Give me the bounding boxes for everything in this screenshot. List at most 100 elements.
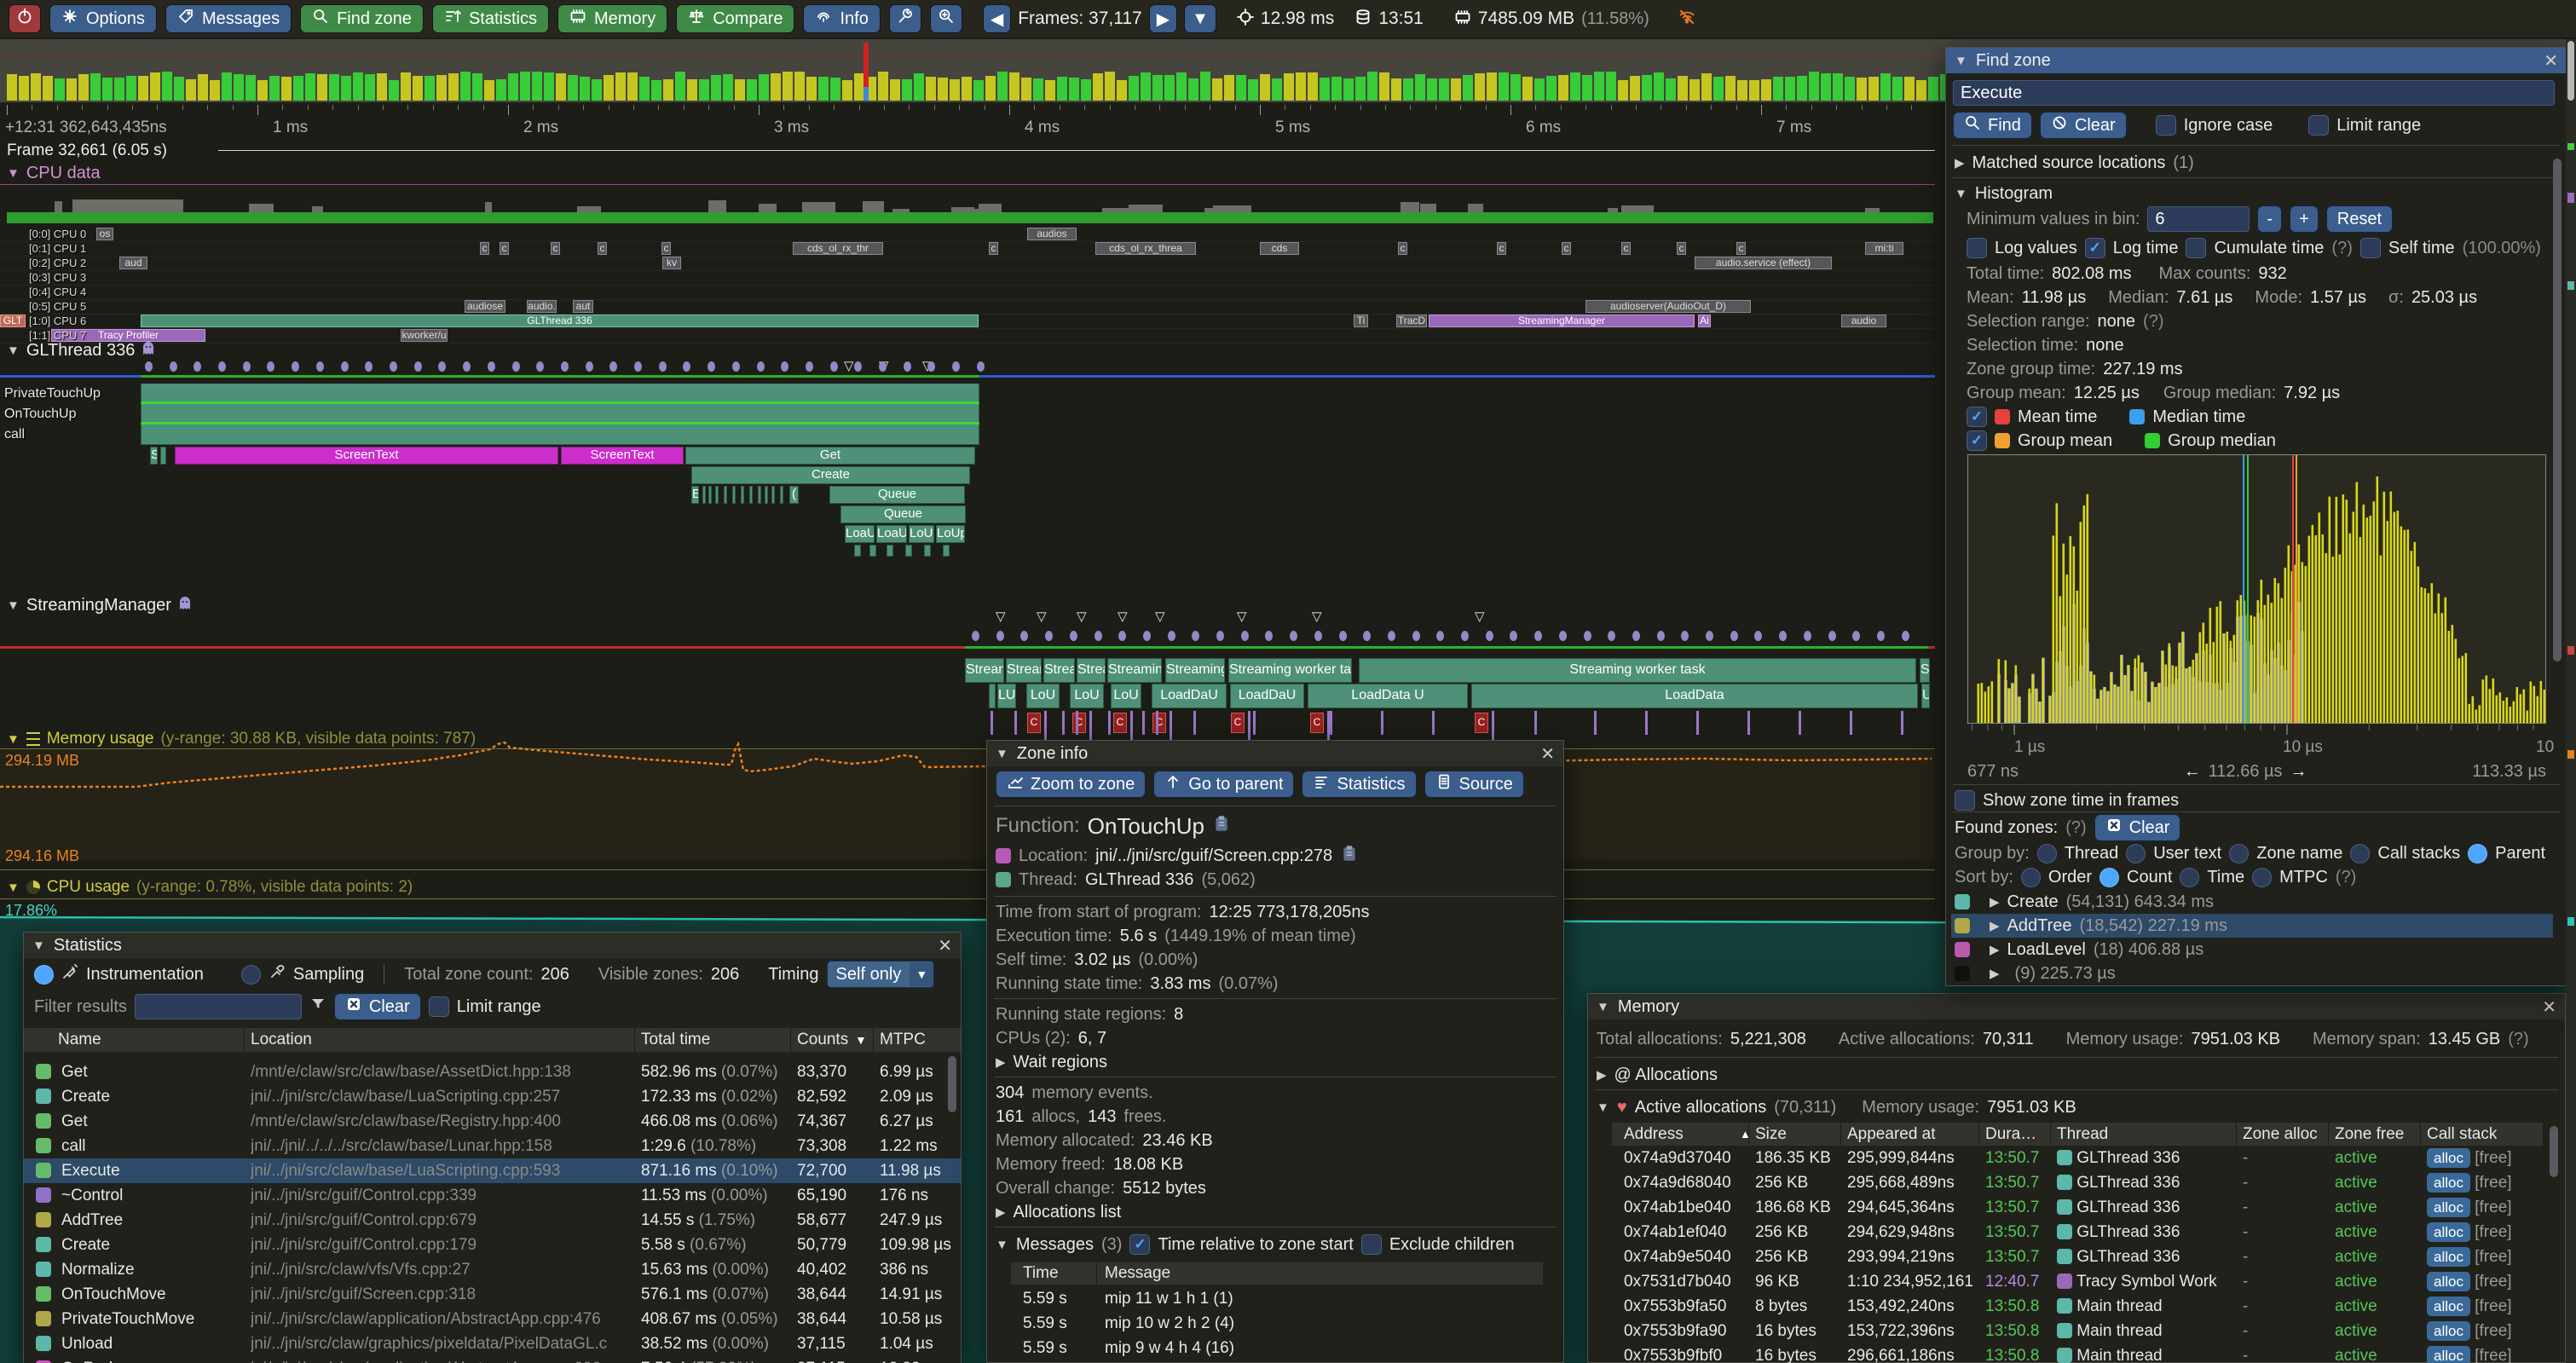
zoom-to-frame-button[interactable] xyxy=(930,4,962,33)
timeline-zone[interactable] xyxy=(724,486,727,504)
group-mean-checkbox[interactable] xyxy=(1967,430,1987,451)
message-dot[interactable] xyxy=(1314,631,1322,641)
stats-clear-button[interactable]: Clear xyxy=(334,993,421,1020)
cpu-zone-block[interactable]: c xyxy=(598,242,607,255)
streaming-zone[interactable]: Strear xyxy=(1006,658,1042,683)
cpu-zone-block[interactable]: c xyxy=(989,242,998,255)
timeline-zone[interactable]: E xyxy=(691,486,699,504)
histogram-toggle[interactable]: ▼Histogram xyxy=(1955,182,2053,205)
sort-by-count[interactable] xyxy=(2099,868,2119,887)
message-dot[interactable] xyxy=(292,361,299,372)
memory-button[interactable]: Memory xyxy=(557,4,667,33)
timeline-zone[interactable]: Queue xyxy=(840,505,966,523)
cpu-zone-block[interactable]: audio.service (effect) xyxy=(1695,257,1832,269)
message-dot[interactable] xyxy=(1828,631,1836,641)
message-dot[interactable] xyxy=(1681,631,1689,641)
alloc-button[interactable]: alloc xyxy=(2427,1272,2470,1291)
find-zone-scrollbar[interactable] xyxy=(2553,159,2562,661)
message-dot[interactable] xyxy=(1290,631,1297,641)
message-dot[interactable] xyxy=(1706,631,1713,641)
stats-scrollbar[interactable] xyxy=(948,1056,956,1112)
table-row[interactable]: 0x7553b9fa9016 bytes153,722,396ns13:50.8… xyxy=(1612,1319,2543,1343)
message-dot[interactable] xyxy=(1143,631,1151,641)
sort-by-mtpc[interactable] xyxy=(2252,868,2272,887)
message-dot[interactable] xyxy=(1779,631,1787,641)
streaming-zone[interactable]: Streaming worker tas xyxy=(1228,658,1352,683)
message-dot[interactable] xyxy=(512,361,520,372)
table-row[interactable]: 0x74ab9e5040256 KB293,994,219ns13:50.7 G… xyxy=(1612,1245,2543,1269)
cpu-zone-block[interactable]: cds_ol_rx_threa xyxy=(1095,242,1196,255)
messages-button[interactable]: Messages xyxy=(165,4,292,33)
cpu-zone-block[interactable]: aut xyxy=(573,300,593,313)
message-dot[interactable] xyxy=(536,361,544,372)
streaming-zone[interactable]: Strean xyxy=(965,658,1004,683)
streamingmanager-header[interactable]: ▼ StreamingManager xyxy=(7,595,192,615)
arrow-right-icon[interactable]: → xyxy=(2290,762,2307,782)
go-to-parent-button[interactable]: Go to parent xyxy=(1153,771,1294,798)
allocations-toggle[interactable]: ▶@ Allocations xyxy=(1597,1064,1718,1086)
arrow-left-icon[interactable]: ← xyxy=(2184,762,2201,782)
timeline-zone[interactable]: LoUp xyxy=(936,525,965,543)
sort-by-order[interactable] xyxy=(2021,868,2041,887)
message-dot[interactable] xyxy=(1095,631,1102,641)
found-zone-row[interactable]: ▶(9) 225.73 µs xyxy=(1951,962,2553,985)
timeline-zone[interactable]: LoaU xyxy=(845,525,875,543)
alloc-button[interactable]: alloc xyxy=(2427,1222,2470,1242)
timeline-zone[interactable] xyxy=(887,545,893,557)
funnel-icon[interactable] xyxy=(309,996,326,1018)
find-zone-titlebar[interactable]: ▼ Find zone ✕ xyxy=(1946,48,2567,73)
table-row[interactable]: ~Controljni/../jni/src/guif/Control.cpp:… xyxy=(24,1183,961,1208)
timeline-zone[interactable] xyxy=(905,545,912,557)
timeline-zone[interactable] xyxy=(765,486,768,504)
found-zone-row[interactable]: ▶LoadLevel(18) 406.88 µs xyxy=(1951,938,2553,962)
table-row[interactable]: 0x74a9d68040256 KB295,668,489ns13:50.7 G… xyxy=(1612,1170,2543,1195)
bin-reset-button[interactable]: Reset xyxy=(2326,205,2393,233)
streaming-zone[interactable]: LoadDaU xyxy=(1230,684,1304,708)
table-row[interactable]: PrivateTouchMovejni/../jni/src/claw/appl… xyxy=(24,1307,961,1331)
message-dot[interactable] xyxy=(1486,631,1493,641)
message-dot[interactable] xyxy=(145,361,153,372)
cpu-zone-block[interactable]: StreamingManager xyxy=(1429,315,1695,327)
timeline-zone[interactable] xyxy=(924,545,931,557)
cpu-zone-block[interactable]: kworker/u xyxy=(401,329,448,342)
message-dot[interactable] xyxy=(977,361,985,372)
message-dot[interactable] xyxy=(390,361,397,372)
found-zone-row[interactable]: ▶AddTree(18,542) 227.19 ms xyxy=(1951,914,2553,938)
group-by-call-stacks[interactable] xyxy=(2350,844,2370,863)
cpu-zone-block[interactable]: c xyxy=(551,242,560,255)
relative-time-checkbox[interactable] xyxy=(1129,1234,1150,1255)
cpu-zone-block[interactable]: audio. xyxy=(527,300,557,313)
compare-button[interactable]: Compare xyxy=(676,4,794,33)
table-row[interactable]: 0x74ab1be040186.68 KB294,645,364ns13:50.… xyxy=(1612,1195,2543,1220)
log-time-checkbox[interactable] xyxy=(2085,238,2105,258)
streaming-error-zone[interactable]: C xyxy=(1113,713,1127,733)
memory-scrollbar[interactable] xyxy=(2550,1126,2558,1177)
instrumentation-radio[interactable] xyxy=(34,965,54,985)
main-scrollbar[interactable] xyxy=(2566,39,2576,1363)
stats-table-header[interactable]: Name Location Total time Counts ▼ MTPC xyxy=(24,1028,961,1052)
cpu-zone-block[interactable]: cds_ol_rx_thr xyxy=(793,242,883,255)
message-dot[interactable] xyxy=(708,361,715,372)
cpu-zone-block[interactable]: GLThread 336 xyxy=(141,315,979,327)
streaming-error-zone[interactable]: C xyxy=(1152,713,1166,733)
clipboard-icon[interactable] xyxy=(1212,813,1231,839)
ignore-case-checkbox[interactable] xyxy=(2156,115,2176,136)
message-dot[interactable] xyxy=(659,361,667,372)
message-dot[interactable] xyxy=(218,361,226,372)
streaming-zone[interactable]: LoadData U xyxy=(1308,684,1468,708)
statistics-button[interactable]: Statistics xyxy=(432,4,549,33)
message-dot[interactable] xyxy=(1559,631,1567,641)
fz-clear-button[interactable]: Clear xyxy=(2040,112,2127,139)
memory-titlebar[interactable]: ▼ Memory ✕ xyxy=(1588,994,2565,1019)
sort-by-time[interactable] xyxy=(2180,868,2199,887)
cpu-zone-block[interactable]: audio xyxy=(1841,315,1886,327)
alloc-button[interactable]: alloc xyxy=(2427,1297,2470,1316)
streaming-zone[interactable]: LoU xyxy=(1111,684,1141,708)
message-dot[interactable] xyxy=(1388,631,1395,641)
scrollbar-thumb[interactable] xyxy=(2567,41,2574,101)
timeline-zone[interactable] xyxy=(780,486,783,504)
cpu-zone-block[interactable]: c xyxy=(480,242,489,255)
zone-marker-triangle[interactable]: ▽ xyxy=(996,609,1006,624)
close-icon[interactable]: ✕ xyxy=(1540,743,1555,765)
alloc-button[interactable]: alloc xyxy=(2427,1148,2470,1168)
